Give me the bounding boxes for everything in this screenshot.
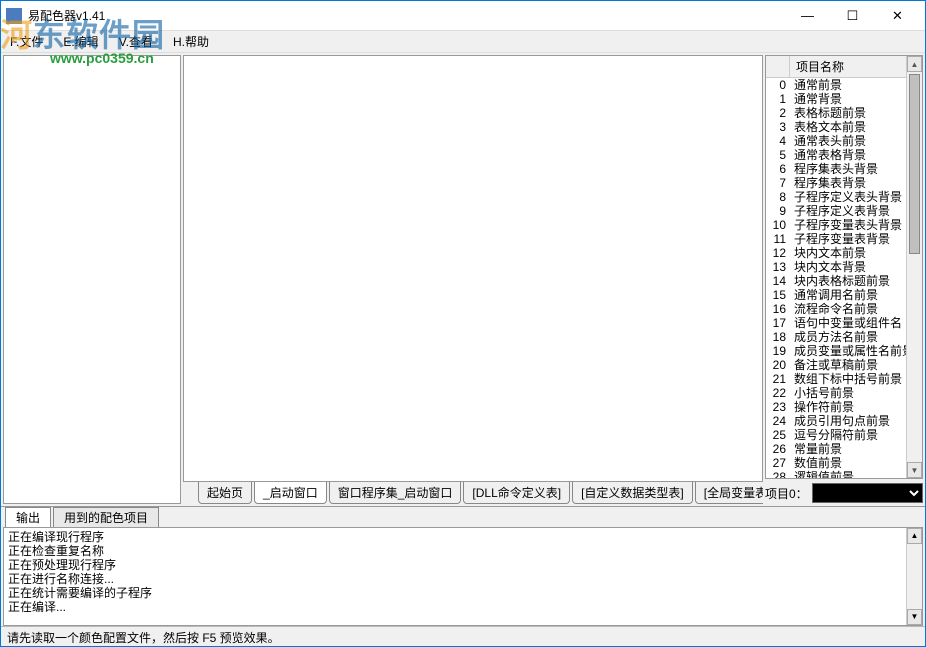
scroll-up-icon[interactable]: ▲ (907, 528, 922, 544)
list-item[interactable]: 2表格标题前景 (766, 106, 906, 120)
menu-edit[interactable]: E.编辑 (59, 31, 102, 52)
left-tree-panel[interactable] (3, 55, 181, 504)
list-item[interactable]: 7程序集表背景 (766, 176, 906, 190)
tab-window-procset[interactable]: 窗口程序集_启动窗口 (329, 482, 462, 504)
output-panel[interactable]: 正在编译现行程序正在检查重复名称正在预处理现行程序正在进行名称连接...正在统计… (3, 527, 923, 626)
list-item[interactable]: 10子程序变量表头背景 (766, 218, 906, 232)
tab-used-colors[interactable]: 用到的配色项目 (53, 507, 159, 527)
output-line: 正在检查重复名称 (8, 544, 918, 558)
tab-custom-types[interactable]: [自定义数据类型表] (572, 482, 693, 504)
list-item[interactable]: 28逻辑值前景 (766, 470, 906, 478)
list-item[interactable]: 14块内表格标题前景 (766, 274, 906, 288)
menu-help[interactable]: H.帮助 (169, 31, 213, 52)
list-item[interactable]: 11子程序变量表背景 (766, 232, 906, 246)
list-item[interactable]: 15通常调用名前景 (766, 288, 906, 302)
scroll-up-icon[interactable]: ▲ (907, 56, 922, 72)
list-item[interactable]: 21数组下标中括号前景 (766, 372, 906, 386)
menubar: F.文件 E.编辑 V.查看 H.帮助 (1, 31, 925, 53)
maximize-button[interactable]: ☐ (830, 1, 875, 31)
menu-file[interactable]: F.文件 (6, 31, 47, 52)
list-item[interactable]: 26常量前景 (766, 442, 906, 456)
list-item[interactable]: 23操作符前景 (766, 400, 906, 414)
output-scrollbar[interactable]: ▲ ▼ (906, 528, 922, 625)
list-item[interactable]: 17语句中变量或组件名 (766, 316, 906, 330)
list-item[interactable]: 27数值前景 (766, 456, 906, 470)
tab-global-vars[interactable]: [全局变量表 (695, 482, 763, 504)
minimize-button[interactable]: — (785, 1, 830, 31)
output-line: 正在进行名称连接... (8, 572, 918, 586)
scroll-down-icon[interactable]: ▼ (907, 462, 922, 478)
list-item[interactable]: 3表格文本前景 (766, 120, 906, 134)
window-title: 易配色器v1.41 (28, 7, 785, 24)
list-item[interactable]: 5通常表格背景 (766, 148, 906, 162)
tab-startup-window[interactable]: _启动窗口 (254, 482, 327, 504)
editor-tabs: 起始页 _启动窗口 窗口程序集_启动窗口 [DLL命令定义表] [自定义数据类型… (183, 482, 763, 504)
output-line: 正在统计需要编译的子程序 (8, 586, 918, 600)
scroll-down-icon[interactable]: ▼ (907, 609, 922, 625)
list-item[interactable]: 13块内文本背景 (766, 260, 906, 274)
statusbar: 请先读取一个颜色配置文件，然后按 F5 预览效果。 (1, 626, 925, 646)
app-icon (6, 8, 22, 24)
list-item[interactable]: 12块内文本前景 (766, 246, 906, 260)
list-item[interactable]: 19成员变量或属性名前景 (766, 344, 906, 358)
tab-start[interactable]: 起始页 (198, 482, 252, 504)
tab-dll-commands[interactable]: [DLL命令定义表] (463, 482, 570, 504)
color-select[interactable] (812, 483, 923, 503)
output-line: 正在编译... (8, 600, 918, 614)
list-item[interactable]: 18成员方法名前景 (766, 330, 906, 344)
output-line: 正在预处理现行程序 (8, 558, 918, 572)
list-item[interactable]: 4通常表头前景 (766, 134, 906, 148)
list-header: 项目名称 (766, 56, 906, 78)
titlebar: 易配色器v1.41 — ☐ ✕ (1, 1, 925, 31)
list-item[interactable]: 1通常背景 (766, 92, 906, 106)
color-items-list[interactable]: 项目名称 0通常前景1通常背景2表格标题前景3表格文本前景4通常表头前景5通常表… (766, 56, 906, 478)
close-button[interactable]: ✕ (875, 1, 920, 31)
scroll-thumb[interactable] (909, 74, 920, 254)
editor-canvas[interactable] (183, 55, 763, 482)
list-item[interactable]: 20备注或草稿前景 (766, 358, 906, 372)
menu-view[interactable]: V.查看 (115, 31, 157, 52)
list-item[interactable]: 0通常前景 (766, 78, 906, 92)
list-item[interactable]: 9子程序定义表背景 (766, 204, 906, 218)
output-line: 正在编译现行程序 (8, 530, 918, 544)
list-item[interactable]: 24成员引用句点前景 (766, 414, 906, 428)
list-item[interactable]: 25逗号分隔符前景 (766, 428, 906, 442)
list-item[interactable]: 6程序集表头背景 (766, 162, 906, 176)
list-item[interactable]: 8子程序定义表头背景 (766, 190, 906, 204)
item-label: 项目0： (765, 485, 808, 502)
list-scrollbar[interactable]: ▲ ▼ (906, 56, 922, 478)
list-item[interactable]: 16流程命令名前景 (766, 302, 906, 316)
tab-output[interactable]: 输出 (5, 507, 51, 527)
list-item[interactable]: 22小括号前景 (766, 386, 906, 400)
